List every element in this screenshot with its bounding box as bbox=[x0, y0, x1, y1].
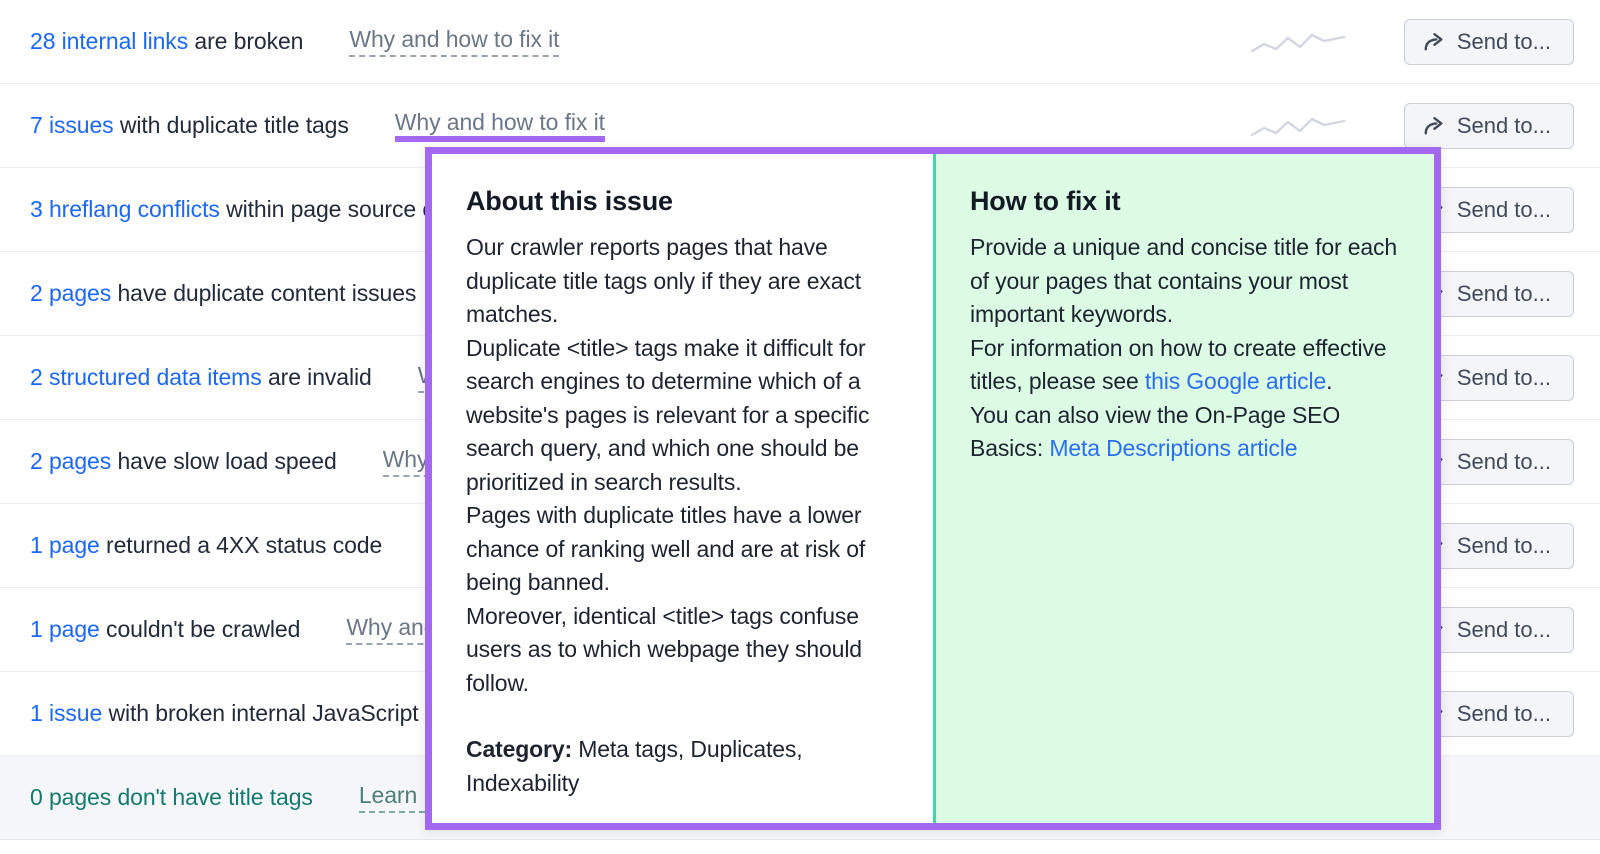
issue-count-link[interactable]: 1 page bbox=[30, 532, 100, 558]
issue-description: 3 hreflang conflicts within page source … bbox=[30, 196, 472, 223]
why-and-how-to-fix-it-link[interactable]: Why and how to fix it bbox=[395, 109, 605, 142]
send-to-button[interactable]: Send to... bbox=[1404, 19, 1574, 65]
issue-count-link[interactable]: 2 structured data items bbox=[30, 364, 262, 390]
send-to-label: Send to... bbox=[1457, 281, 1551, 307]
howto-line-2-post: . bbox=[1326, 368, 1332, 394]
issue-category: Category: Meta tags, Duplicates, Indexab… bbox=[466, 733, 901, 800]
issue-description-text: don't have title tags bbox=[111, 784, 313, 810]
issue-description-text: have slow load speed bbox=[111, 448, 337, 474]
share-arrow-icon bbox=[1423, 115, 1445, 137]
issue-description: 2 structured data items are invalid bbox=[30, 364, 372, 391]
about-heading: About this issue bbox=[466, 186, 901, 217]
row-controls: Send to... bbox=[1250, 103, 1574, 149]
issue-count-link[interactable]: 3 hreflang conflicts bbox=[30, 196, 220, 222]
google-article-link[interactable]: this Google article bbox=[1145, 368, 1326, 394]
issue-count-link[interactable]: 1 page bbox=[30, 616, 100, 642]
howto-body: Provide a unique and concise title for e… bbox=[970, 231, 1402, 466]
issue-description: 1 page returned a 4XX status code bbox=[30, 532, 382, 559]
send-to-label: Send to... bbox=[1457, 197, 1551, 223]
why-and-how-to-fix-it-link[interactable]: Why and how to fix it bbox=[349, 26, 559, 57]
issue-description-text: have duplicate content issues bbox=[111, 280, 416, 306]
howto-heading: How to fix it bbox=[970, 186, 1402, 217]
meta-descriptions-article-link[interactable]: Meta Descriptions article bbox=[1049, 435, 1297, 461]
send-to-label: Send to... bbox=[1457, 113, 1551, 139]
row-controls: Send to... bbox=[1250, 19, 1574, 65]
issue-count-link[interactable]: 0 pages bbox=[30, 784, 111, 810]
issue-description-text: are broken bbox=[188, 28, 303, 54]
issue-row[interactable]: 28 internal links are broken Why and how … bbox=[0, 0, 1600, 84]
issue-count-link[interactable]: 2 pages bbox=[30, 448, 111, 474]
issue-description-text: returned a 4XX status code bbox=[100, 532, 382, 558]
issue-description-text: with duplicate title tags bbox=[114, 112, 349, 138]
about-body: Our crawler reports pages that have dupl… bbox=[466, 231, 901, 700]
send-to-label: Send to... bbox=[1457, 29, 1551, 55]
send-to-label: Send to... bbox=[1457, 533, 1551, 559]
issue-count-link[interactable]: 7 issues bbox=[30, 112, 114, 138]
howto-line-1: Provide a unique and concise title for e… bbox=[970, 234, 1397, 327]
about-this-issue-panel: About this issue Our crawler reports pag… bbox=[432, 154, 936, 823]
issue-description: 0 pages don't have title tags bbox=[30, 784, 313, 811]
send-to-label: Send to... bbox=[1457, 449, 1551, 475]
issue-description: 28 internal links are broken bbox=[30, 28, 303, 55]
issue-description-text: couldn't be crawled bbox=[100, 616, 301, 642]
send-to-label: Send to... bbox=[1457, 617, 1551, 643]
issue-description: 2 pages have duplicate content issues bbox=[30, 280, 416, 307]
issue-description: 2 pages have slow load speed bbox=[30, 448, 337, 475]
category-label: Category: bbox=[466, 736, 572, 762]
issue-explanation-popup: About this issue Our crawler reports pag… bbox=[425, 147, 1441, 830]
send-to-button[interactable]: Send to... bbox=[1404, 103, 1574, 149]
issue-count-link[interactable]: 2 pages bbox=[30, 280, 111, 306]
send-to-label: Send to... bbox=[1457, 701, 1551, 727]
issue-count-link[interactable]: 1 issue bbox=[30, 700, 102, 726]
issue-description-text: are invalid bbox=[262, 364, 372, 390]
send-to-label: Send to... bbox=[1457, 365, 1551, 391]
share-arrow-icon bbox=[1423, 31, 1445, 53]
issue-count-link[interactable]: 28 internal links bbox=[30, 28, 188, 54]
sparkline-icon bbox=[1250, 109, 1346, 143]
issue-description: 1 page couldn't be crawled bbox=[30, 616, 300, 643]
sparkline-icon bbox=[1250, 25, 1346, 59]
how-to-fix-it-panel: How to fix it Provide a unique and conci… bbox=[936, 154, 1434, 823]
issue-description: 7 issues with duplicate title tags bbox=[30, 112, 349, 139]
